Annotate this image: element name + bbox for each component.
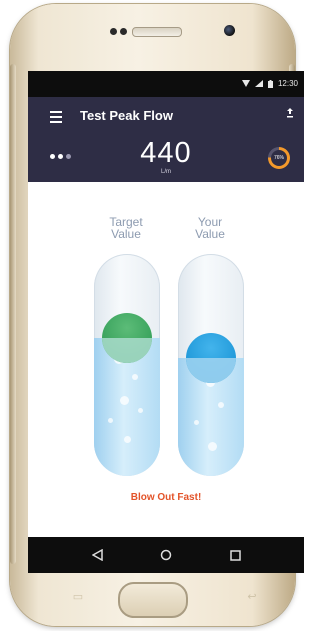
- share-icon[interactable]: [286, 107, 294, 121]
- nav-back-icon[interactable]: [88, 546, 106, 564]
- battery-icon: [267, 79, 273, 88]
- your-value-label: Your Value: [195, 215, 225, 241]
- wifi-icon: [241, 80, 250, 87]
- status-time: 12:30: [277, 79, 298, 88]
- target-value-label: Target Value: [109, 215, 143, 241]
- front-camera-icon: [224, 25, 235, 36]
- peak-flow-unit: L/m: [160, 169, 171, 175]
- status-bar: 12:30: [28, 71, 304, 97]
- physical-home-button[interactable]: [118, 582, 188, 618]
- android-nav-bar: [28, 537, 304, 573]
- phone-side-left: [10, 64, 16, 564]
- app-bar: Test Peak Flow: [28, 97, 304, 135]
- earpiece-speaker: [132, 27, 182, 37]
- your-value-tube: [178, 254, 244, 476]
- peak-flow-value: 440: [140, 137, 192, 169]
- nav-recents-icon[interactable]: [226, 546, 244, 564]
- signal-icon: [254, 80, 263, 87]
- progress-gauge: 76%: [268, 147, 290, 169]
- sensor-dot: [120, 28, 127, 35]
- menu-icon[interactable]: [50, 111, 62, 126]
- sensor-dot: [110, 28, 117, 35]
- phone-screen: 12:30 Test Peak Flow 440 L/m 76% Target V…: [28, 71, 304, 573]
- your-marker-ball: [186, 333, 236, 383]
- back-key-icon[interactable]: ↩: [244, 590, 260, 603]
- page-title: Test Peak Flow: [80, 108, 173, 123]
- reading-panel: 440 L/m 76%: [28, 135, 304, 182]
- instruction-message: Blow Out Fast!: [130, 492, 202, 503]
- gauge-label: 76%: [271, 150, 287, 166]
- phone-frame: 12:30 Test Peak Flow 440 L/m 76% Target V…: [10, 4, 304, 626]
- target-marker-ball: [102, 313, 152, 363]
- target-value-tube: [94, 254, 160, 476]
- nav-home-icon[interactable]: [157, 546, 175, 564]
- recents-key-icon[interactable]: ▭: [70, 590, 86, 603]
